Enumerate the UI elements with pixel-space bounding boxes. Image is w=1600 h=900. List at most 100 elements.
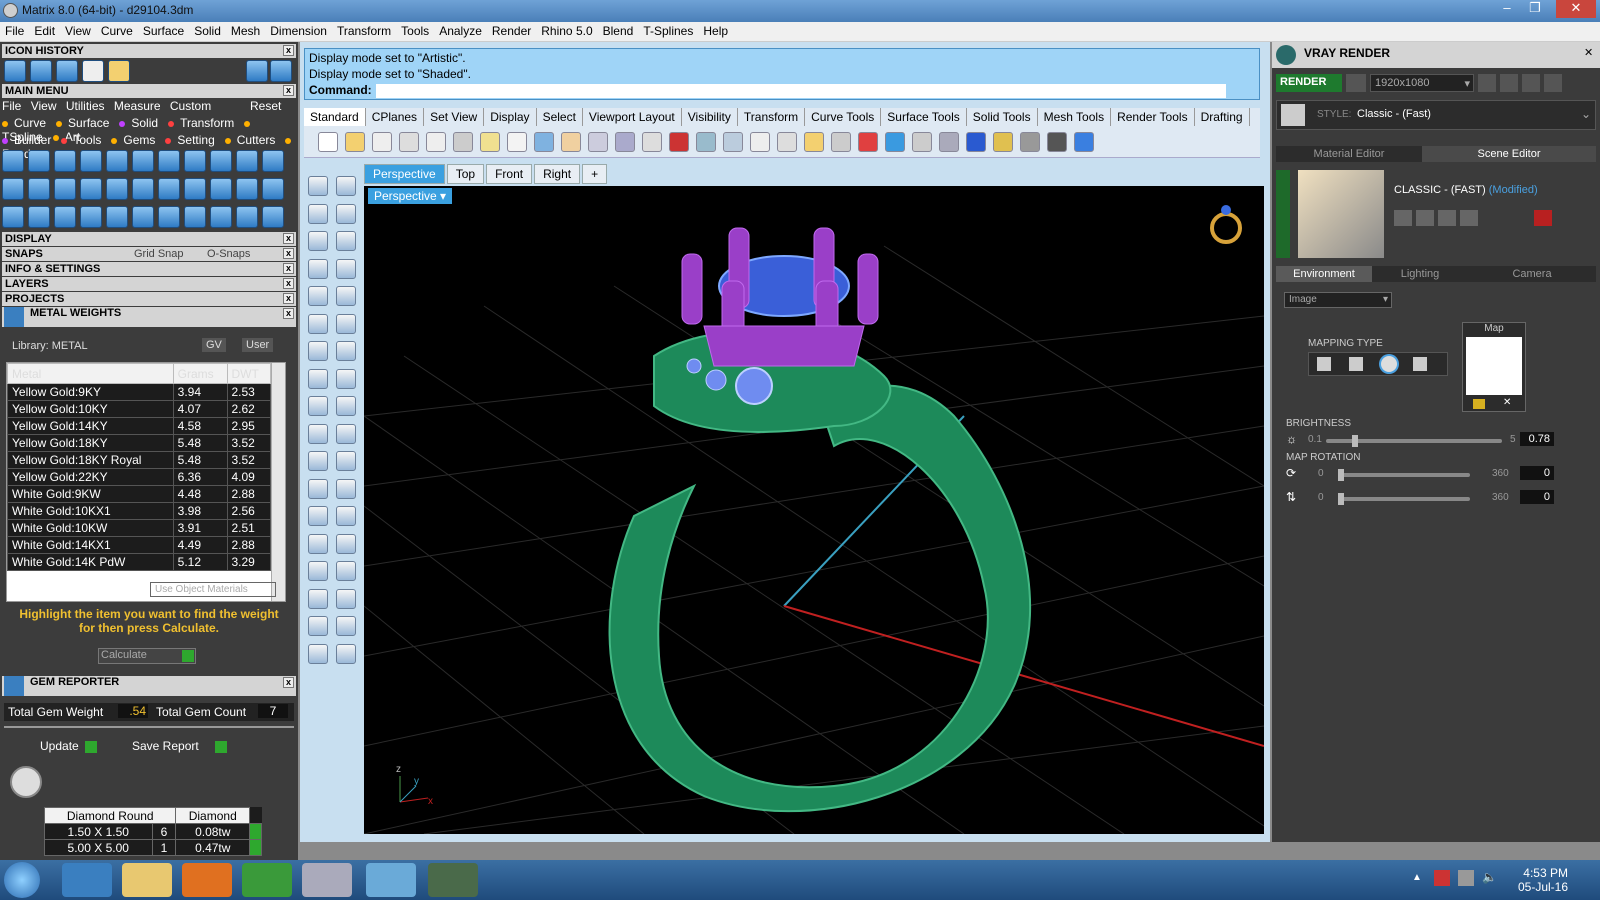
history-icon-2[interactable] — [30, 60, 52, 82]
rotation-value-2[interactable]: 0 — [1520, 490, 1554, 504]
table-row[interactable]: Yellow Gold:14KY 4.58 2.95 — [7, 417, 271, 435]
side-tool-icon[interactable] — [336, 478, 356, 499]
tool-gems[interactable]: Gems — [111, 133, 161, 147]
icon-history-header[interactable]: ICON HISTORY x — [2, 44, 296, 58]
toolbar-tool-icon[interactable] — [750, 132, 770, 152]
rotation-slider-1[interactable] — [1338, 469, 1470, 481]
side-tool-icon[interactable] — [336, 258, 356, 279]
toolbar-tab-viewport-layout[interactable]: Viewport Layout — [583, 108, 682, 126]
main-menu-tool-icon[interactable] — [158, 206, 180, 228]
folder-open-icon[interactable] — [108, 60, 130, 82]
use-object-materials-toggle[interactable]: Use Object Materials — [150, 582, 276, 597]
gem-select-icon[interactable] — [249, 823, 262, 840]
viewport-tab-front[interactable]: Front — [486, 164, 533, 184]
toolbar-tool-icon[interactable] — [696, 132, 716, 152]
menu-tools[interactable]: Tools — [396, 22, 434, 40]
main-menu-tool-icon[interactable] — [210, 150, 232, 172]
menu-tsplines[interactable]: T-Splines — [638, 22, 698, 40]
toolbar-tool-icon[interactable] — [669, 132, 689, 152]
toolbar-tool-icon[interactable] — [1020, 132, 1040, 152]
menu-edit[interactable]: Edit — [29, 22, 60, 40]
toolbar-tool-icon[interactable] — [777, 132, 797, 152]
gem-row[interactable]: 5.00 X 5.00 1 0.47tw — [44, 839, 262, 856]
reset-button[interactable]: Reset — [250, 99, 281, 113]
toolbar-tool-icon[interactable] — [993, 132, 1013, 152]
toolbar-tool-icon[interactable] — [615, 132, 635, 152]
options-icon[interactable] — [1522, 74, 1540, 92]
close-icon[interactable]: ✕ — [1584, 46, 1593, 59]
side-tool-icon[interactable] — [308, 478, 328, 499]
task-manager-icon[interactable] — [428, 863, 478, 897]
chevron-down-icon[interactable]: ⌄ — [1581, 107, 1591, 121]
rotation-value-1[interactable]: 0 — [1520, 466, 1554, 480]
side-tool-icon[interactable] — [308, 203, 328, 224]
display-header[interactable]: DISPLAY x — [2, 232, 296, 246]
side-tool-icon[interactable] — [336, 396, 356, 416]
side-tool-icon[interactable] — [308, 533, 328, 554]
gem-select-icon[interactable] — [249, 839, 262, 856]
toolbar-tool-icon[interactable] — [804, 132, 824, 152]
grid-snap-toggle[interactable]: Grid Snap — [134, 247, 184, 261]
toolbar-tool-icon[interactable] — [723, 132, 743, 152]
side-tool-icon[interactable] — [336, 203, 356, 224]
style-selector[interactable]: STYLE: Classic - (Fast) ⌄ — [1276, 100, 1596, 130]
main-menu-tool-icon[interactable] — [184, 206, 206, 228]
chrome-icon[interactable] — [242, 863, 292, 897]
tool-solid[interactable]: Solid — [119, 116, 164, 130]
main-menu-tool-icon[interactable] — [106, 178, 128, 200]
table-row[interactable]: White Gold:9KW 4.48 2.88 — [7, 485, 271, 503]
matrix-app-icon[interactable] — [366, 863, 416, 897]
save-as-icon[interactable] — [1416, 210, 1434, 226]
toolbar-tool-icon[interactable] — [399, 132, 419, 152]
main-menu-tool-icon[interactable] — [132, 178, 154, 200]
mapping-angular-icon[interactable] — [1413, 357, 1427, 371]
close-icon[interactable]: x — [283, 45, 294, 56]
rotation-slider-2[interactable] — [1338, 493, 1470, 505]
layout-icon[interactable] — [1544, 74, 1562, 92]
toolbar-tool-icon[interactable] — [939, 132, 959, 152]
minimize-button[interactable]: – — [1494, 0, 1520, 18]
close-icon[interactable]: x — [283, 85, 294, 96]
osnaps-toggle[interactable]: O-Snaps — [207, 247, 250, 261]
render-settings-icon[interactable] — [1346, 74, 1366, 92]
main-menu-tool-icon[interactable] — [106, 206, 128, 228]
main-menu-custom[interactable]: Custom — [170, 99, 211, 113]
main-menu-utilities[interactable]: Utilities — [66, 99, 105, 113]
toolbar-tool-icon[interactable] — [453, 132, 473, 152]
perspective-viewport[interactable]: Perspective ▾ z y x — [364, 186, 1264, 834]
toolbar-tab-display[interactable]: Display — [484, 108, 537, 126]
command-input[interactable] — [375, 83, 1226, 98]
menu-render[interactable]: Render — [487, 22, 536, 40]
close-icon[interactable]: x — [283, 263, 294, 274]
toolbar-tool-icon[interactable] — [588, 132, 608, 152]
toolbar-tool-icon[interactable] — [426, 132, 446, 152]
main-menu-tool-icon[interactable] — [158, 178, 180, 200]
show-hidden-icons[interactable]: ▲ — [1412, 872, 1422, 883]
tab-material-editor[interactable]: Material Editor — [1276, 146, 1422, 162]
collapse-arrow-icon[interactable] — [1276, 170, 1290, 258]
menu-dimension[interactable]: Dimension — [265, 22, 332, 40]
main-menu-tool-icon[interactable] — [210, 178, 232, 200]
snaps-header[interactable]: SNAPS Grid Snap O-Snaps x — [2, 247, 296, 261]
side-tool-icon[interactable] — [308, 643, 328, 664]
calculator-icon[interactable] — [302, 863, 352, 897]
command-prompt[interactable]: Command: — [309, 83, 1255, 99]
main-menu-tool-icon[interactable] — [236, 150, 258, 172]
close-icon[interactable]: x — [283, 293, 294, 304]
side-tool-icon[interactable] — [336, 643, 356, 664]
close-icon[interactable]: x — [283, 248, 294, 259]
side-tool-icon[interactable] — [308, 313, 328, 334]
rotation-knob-1[interactable] — [1338, 469, 1344, 481]
main-menu-tool-icon[interactable] — [80, 206, 102, 228]
side-tool-icon[interactable] — [308, 561, 328, 581]
mapping-cube-icon[interactable] — [1349, 357, 1363, 371]
tab-environment[interactable]: Environment — [1276, 266, 1372, 282]
menu-solid[interactable]: Solid — [189, 22, 226, 40]
table-row[interactable]: White Gold:10KW 3.91 2.51 — [7, 519, 271, 537]
side-tool-icon[interactable] — [308, 286, 328, 306]
toolbar-tool-icon[interactable] — [534, 132, 554, 152]
calculate-button[interactable]: Calculate — [98, 648, 196, 664]
clock[interactable]: 4:53 PM 05-Jul-16 — [1504, 866, 1568, 894]
main-menu-header[interactable]: MAIN MENU x — [2, 84, 296, 98]
viewport-tab-right[interactable]: Right — [534, 164, 581, 184]
